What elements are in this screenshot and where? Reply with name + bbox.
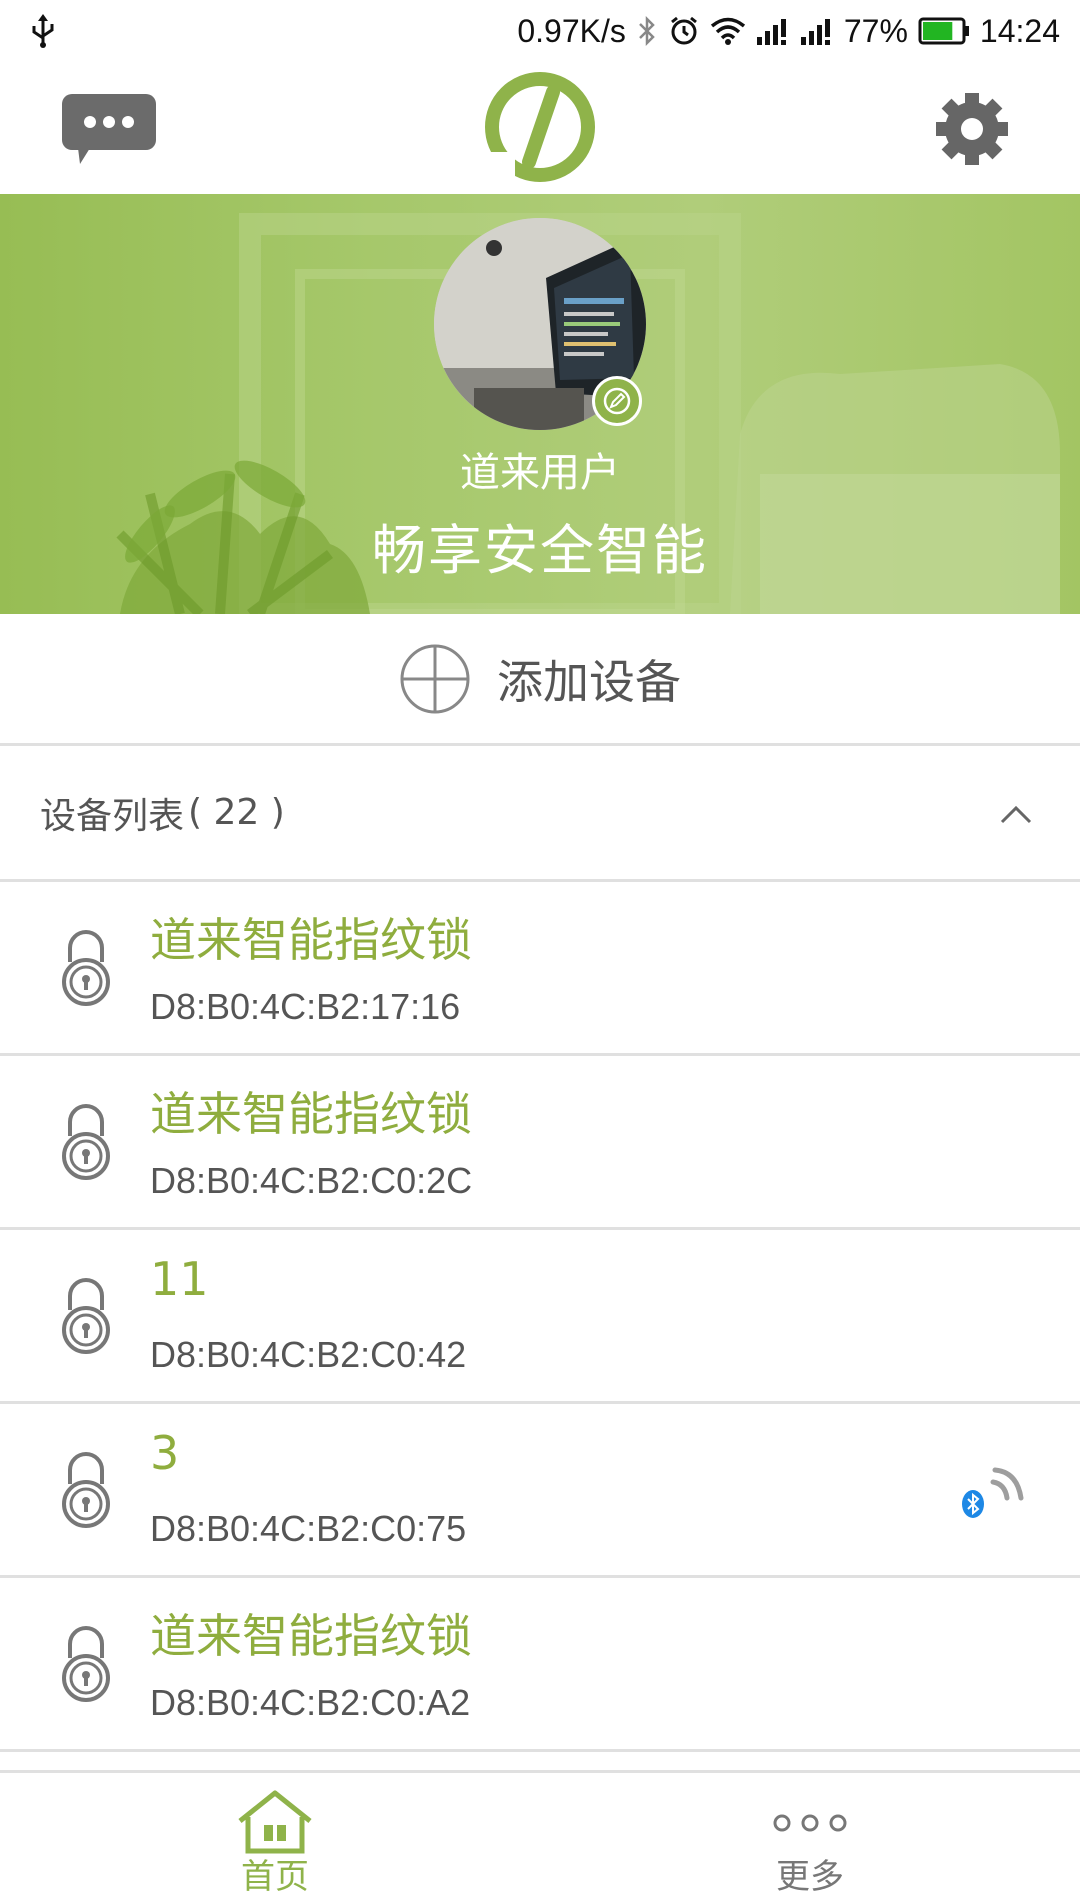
user-name: 道来用户 (460, 450, 620, 496)
net-speed: 0.97K/s (517, 12, 626, 49)
device-count: ( 22 ) (188, 792, 285, 833)
device-row[interactable]: 道来智能指纹锁 D8:B0:4C:B2:17:16 (0, 882, 1080, 1056)
profile-banner: 道来用户 畅享安全智能 (0, 194, 1080, 614)
padlock-icon (62, 930, 110, 1006)
device-name: 11 (150, 1252, 209, 1306)
device-mac: D8:B0:4C:B2:C0:A2 (150, 1682, 471, 1723)
messages-button[interactable] (60, 92, 158, 166)
padlock-icon (62, 1626, 110, 1702)
padlock-icon (62, 1104, 110, 1180)
usb-icon (32, 14, 54, 48)
battery-percent: 77% (843, 12, 908, 49)
device-mac: D8:B0:4C:B2:C0:75 (150, 1508, 467, 1549)
device-row[interactable]: 道来智能指纹锁 D8:B0:4C:B2:C0:2C (0, 1056, 1080, 1230)
device-mac: D8:B0:4C:B2:C0:42 (150, 1334, 467, 1375)
device-name: 3 (150, 1426, 180, 1480)
bluetooth-connected-icon[interactable] (955, 1454, 1025, 1524)
signal-icon (756, 19, 786, 45)
nav-more-label: 更多 (776, 1857, 844, 1897)
chat-bubble-icon (62, 94, 156, 164)
device-name: 道来智能指纹锁 (150, 1087, 472, 1141)
wifi-icon (710, 17, 745, 45)
settings-button[interactable] (935, 92, 1009, 166)
alarm-icon (670, 16, 697, 45)
avatar-container[interactable] (434, 218, 646, 430)
device-row[interactable]: 3 D8:B0:4C:B2:C0:75 (0, 1404, 1080, 1578)
padlock-icon (62, 1278, 110, 1354)
device-mac: D8:B0:4C:B2:17:16 (150, 986, 461, 1027)
plus-circle-icon (400, 644, 470, 713)
device-list-header[interactable]: 设备列表 ( 22 ) (0, 746, 1080, 882)
gear-icon (936, 93, 1008, 165)
padlock-icon (62, 1452, 110, 1528)
device-row[interactable]: 11 D8:B0:4C:B2:C0:42 (0, 1230, 1080, 1404)
chevron-up-icon[interactable] (996, 796, 1036, 830)
device-name: 道来智能指纹锁 (150, 1609, 472, 1663)
battery-icon (918, 17, 969, 45)
app-header (0, 62, 1080, 194)
bluetooth-icon (638, 15, 655, 47)
slogan: 畅享安全智能 (372, 519, 708, 582)
edit-avatar-button[interactable] (592, 376, 642, 426)
signal-icon (800, 19, 830, 45)
device-list: 道来智能指纹锁 D8:B0:4C:B2:17:16 道来智能指纹锁 D8:B0:… (0, 882, 1080, 1752)
device-list-title: 设备列表 (40, 795, 185, 837)
add-device-button[interactable]: 添加设备 (0, 614, 1080, 746)
clock: 14:24 (979, 12, 1060, 49)
add-device-label: 添加设备 (497, 654, 681, 709)
device-mac: D8:B0:4C:B2:C0:2C (150, 1160, 473, 1201)
nav-home-label: 首页 (241, 1857, 309, 1897)
bottom-nav: 首页 更多 (0, 1770, 1080, 1897)
pencil-icon (603, 387, 631, 415)
app-logo (485, 72, 595, 182)
status-bar: 0.97K/s 77% 14:24 (0, 0, 1080, 62)
device-name: 道来智能指纹锁 (150, 913, 472, 967)
device-row[interactable]: 道来智能指纹锁 D8:B0:4C:B2:C0:A2 (0, 1578, 1080, 1752)
